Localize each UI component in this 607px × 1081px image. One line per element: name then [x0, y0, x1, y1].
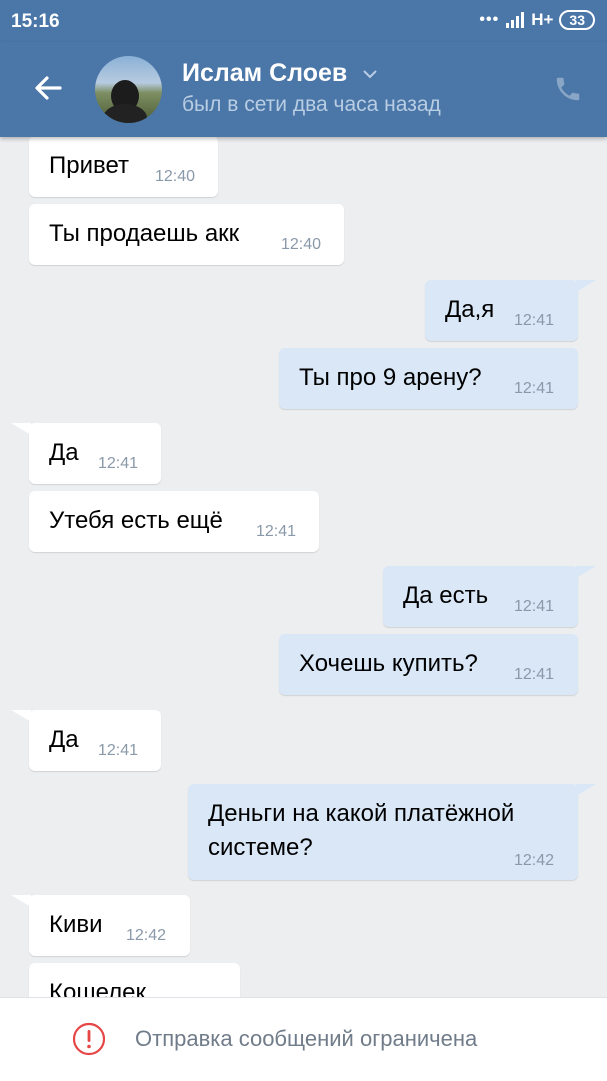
status-bar: 15:16 ••• H+ 33: [0, 0, 607, 42]
message-bubble-incoming[interactable]: Кошелек: [29, 963, 240, 997]
message-text: Да,я: [445, 296, 495, 323]
message-list[interactable]: Привет 12:40 Ты продаешь акк 12:40 Да,я …: [0, 137, 607, 997]
message-bubble-incoming[interactable]: Да 12:41: [11, 710, 161, 771]
message-bubble-incoming[interactable]: Утебя есть ещё 12:41: [29, 491, 319, 552]
message-text: Деньги на какой платёжной системе?: [208, 800, 515, 861]
message-bubble-incoming[interactable]: Киви 12:42: [11, 895, 190, 956]
message-text: Ты про 9 арену?: [299, 364, 482, 391]
last-seen-status: был в сети два часа назад: [182, 93, 441, 116]
messaging-restricted-bar: Отправка сообщений ограничена: [0, 997, 607, 1081]
contact-name: Ислам Слоев: [182, 59, 348, 87]
message-time: 12:41: [514, 598, 555, 615]
message-text: Хочешь купить?: [299, 650, 478, 677]
phone-icon[interactable]: [553, 74, 583, 104]
avatar[interactable]: [95, 56, 162, 123]
message-bubble-outgoing[interactable]: Да,я 12:41: [425, 280, 596, 341]
status-indicators: ••• H+ 33: [479, 10, 595, 30]
message-bubble-incoming[interactable]: Да 12:41: [11, 423, 161, 484]
message-text: Утебя есть ещё: [49, 507, 223, 534]
message-bubble-incoming[interactable]: Ты продаешь акк 12:40: [29, 204, 344, 265]
signal-icon: [506, 12, 525, 28]
message-time: 12:41: [98, 742, 139, 759]
message-time: 12:40: [281, 236, 322, 253]
message-bubble-outgoing[interactable]: Ты про 9 арену? 12:41: [279, 348, 578, 409]
message-time: 12:41: [98, 455, 139, 472]
message-text: Киви: [49, 911, 103, 938]
message-time: 12:40: [155, 168, 196, 185]
battery-indicator: 33: [559, 10, 595, 30]
message-bubble-outgoing[interactable]: Хочешь купить? 12:41: [279, 634, 578, 695]
message-text: Да: [49, 726, 79, 753]
message-time: 12:41: [256, 523, 297, 540]
message-bubble-outgoing[interactable]: Деньги на какой платёжной системе? 12:42: [188, 784, 596, 880]
message-text: Да: [49, 439, 79, 466]
message-time: 12:41: [514, 312, 555, 329]
message-text: Привет: [49, 152, 130, 179]
messaging-restricted-text: Отправка сообщений ограничена: [135, 1026, 478, 1051]
message-text: Ты продаешь акк: [49, 220, 240, 247]
message-time: 12:42: [126, 927, 167, 944]
message-bubble-incoming[interactable]: Привет 12:40: [29, 137, 218, 197]
message-time: 12:41: [514, 666, 555, 683]
message-bubble-outgoing[interactable]: Да есть 12:41: [383, 566, 596, 627]
message-text: Да есть: [403, 582, 489, 609]
back-arrow-icon[interactable]: [30, 70, 66, 106]
message-time: 12:41: [514, 380, 555, 397]
chevron-down-icon: [363, 70, 377, 79]
contact-name-block[interactable]: Ислам Слоев: [182, 59, 378, 88]
warning-circle-icon: [72, 1022, 106, 1056]
notification-dots-icon: •••: [479, 11, 500, 28]
chat-header: Ислам Слоев был в сети два часа назад: [0, 42, 607, 137]
network-type: H+: [531, 10, 554, 29]
message-text: Кошелек: [49, 979, 146, 997]
status-time: 15:16: [11, 11, 60, 32]
message-time: 12:42: [514, 852, 555, 869]
